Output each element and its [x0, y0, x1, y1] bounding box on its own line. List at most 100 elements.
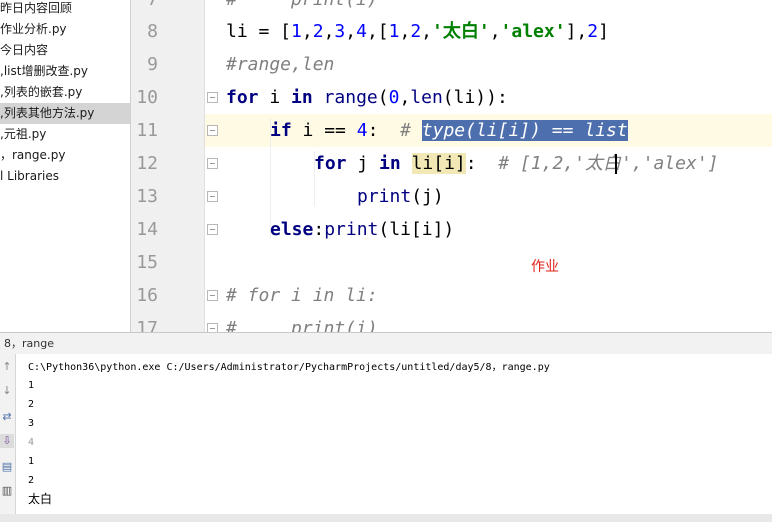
code-token: (li)):: [442, 87, 508, 108]
console-output-line: 1: [28, 456, 35, 467]
run-console[interactable]: [17, 354, 772, 522]
builtin-token: print: [324, 219, 379, 240]
selected-text[interactable]: type(li[i]) == list: [421, 120, 628, 141]
tree-item-yesterday-review[interactable]: 昨日内容回顾: [0, 0, 130, 19]
console-output-line: 1: [28, 380, 35, 391]
tree-item-label: ,列表其他方法.py: [0, 106, 95, 120]
fold-marker-icon[interactable]: [207, 290, 218, 301]
number-token: 2: [312, 21, 324, 42]
console-output-line: 4: [28, 437, 35, 448]
code-token: i ==: [291, 120, 357, 141]
code-token: ,: [301, 21, 313, 42]
fold-marker-icon[interactable]: [207, 92, 218, 103]
code-token: :: [313, 219, 325, 240]
comment: # [1,2,'太白','alex']: [498, 153, 719, 174]
line-number: 10: [136, 87, 158, 108]
console-output-line: 2: [28, 475, 35, 486]
console-command: C:\Python36\python.exe C:/Users/Administ…: [28, 362, 550, 373]
string-token: '太白': [432, 21, 490, 42]
tree-item-label: l Libraries: [0, 169, 59, 183]
tree-item-list-nesting[interactable]: ,列表的嵌套.py: [0, 82, 130, 103]
tree-item-list-crud[interactable]: ,list增删改查.py: [0, 61, 130, 82]
comment: # print(i): [226, 0, 378, 10]
tree-item-label: 今日内容: [0, 43, 49, 57]
builtin-token: range: [323, 87, 378, 108]
code-token: ,: [421, 21, 432, 42]
code-token: ,: [399, 87, 411, 108]
line-number: 8: [147, 21, 158, 42]
tree-item-today-content[interactable]: 今日内容: [0, 40, 130, 61]
tree-item-external-libraries[interactable]: l Libraries: [0, 166, 130, 187]
fold-marker-icon[interactable]: [207, 224, 218, 235]
tree-item-label: 作业分析.py: [0, 22, 67, 36]
line-number: 13: [136, 186, 158, 207]
run-toolbar: ↑ ↓ ⇄ ⇩ ▤ ▥: [0, 354, 16, 522]
line-number: 16: [136, 285, 158, 306]
tree-item-label: ,列表的嵌套.py: [0, 85, 83, 99]
code-line-14: else:print(li[i]): [270, 213, 454, 246]
scroll-to-end-icon[interactable]: ⇩: [0, 434, 14, 448]
string-token: 'alex': [500, 21, 566, 42]
number-token: 2: [587, 21, 599, 42]
code-line-12: for j in li[i]: # [1,2,'太白','alex']: [314, 147, 719, 180]
builtin-token: len: [410, 87, 443, 108]
code-token: (j): [411, 186, 444, 207]
builtin-token: print: [357, 186, 412, 207]
text-cursor: [615, 154, 617, 174]
down-arrow-icon[interactable]: ↓: [0, 384, 14, 398]
handwritten-annotation: 作业: [531, 259, 559, 275]
keyword-token: else: [270, 219, 314, 240]
line-number: 12: [136, 153, 158, 174]
tree-item-range[interactable]: ，range.py: [0, 145, 130, 166]
number-token: 4: [356, 21, 367, 42]
console-output-line: 太白: [28, 492, 53, 506]
fold-marker-icon[interactable]: [207, 125, 218, 136]
code-line-13: print(j): [357, 180, 444, 213]
code-token: (: [377, 87, 389, 108]
print-icon[interactable]: ▤: [0, 460, 14, 474]
number-token: 2: [410, 21, 422, 42]
number-token: 0: [388, 87, 400, 108]
highlighted-variable: li[i]: [411, 153, 466, 174]
tree-item-list-methods[interactable]: ,列表其他方法.py: [0, 103, 130, 124]
console-output-line: 2: [28, 399, 35, 410]
line-number: 14: [136, 219, 158, 240]
keyword-token: for: [314, 153, 347, 174]
line-number: 7: [130, 0, 158, 16]
tree-item-homework-analysis[interactable]: 作业分析.py: [0, 19, 130, 40]
code-line-10: for i in range(0,len(li)):: [226, 81, 508, 114]
run-tab-header[interactable]: 8，range: [0, 332, 772, 354]
run-tab-label: 8，range: [4, 337, 54, 350]
up-arrow-icon[interactable]: ↑: [0, 360, 14, 374]
code-token: ]: [598, 21, 609, 42]
number-token: 4: [356, 120, 368, 141]
horizontal-scrollbar[interactable]: [0, 514, 772, 522]
keyword-token: if: [270, 120, 292, 141]
fold-marker-icon[interactable]: [207, 158, 218, 169]
code-token: (li[i]): [378, 219, 455, 240]
keyword-token: in: [291, 87, 313, 108]
tree-item-label: ,list增删改查.py: [0, 64, 88, 78]
line-number: 9: [147, 54, 158, 75]
trash-icon[interactable]: ▥: [0, 484, 14, 498]
code-token: :: [465, 153, 499, 174]
tree-item-label: ,元祖.py: [0, 127, 47, 141]
comment: #: [400, 120, 422, 141]
tree-item-tuple[interactable]: ,元祖.py: [0, 124, 130, 145]
tree-item-label: ，range.py: [0, 148, 66, 162]
keyword-token: for: [226, 87, 259, 108]
line-number: 11: [136, 120, 158, 141]
fold-marker-icon[interactable]: [207, 191, 218, 202]
code-token: ,: [345, 21, 357, 42]
code-line-16: # for i in li:: [226, 279, 378, 312]
code-token: ,: [323, 21, 335, 42]
code-line-11: if i == 4: # type(li[i]) == list: [270, 114, 628, 147]
number-token: 1: [388, 21, 400, 42]
wrap-icon[interactable]: ⇄: [0, 410, 14, 424]
line-number: 15: [136, 252, 158, 273]
comment: # for i in li:: [226, 285, 378, 306]
code-token: j: [346, 153, 380, 174]
code-token: li = [: [226, 21, 292, 42]
